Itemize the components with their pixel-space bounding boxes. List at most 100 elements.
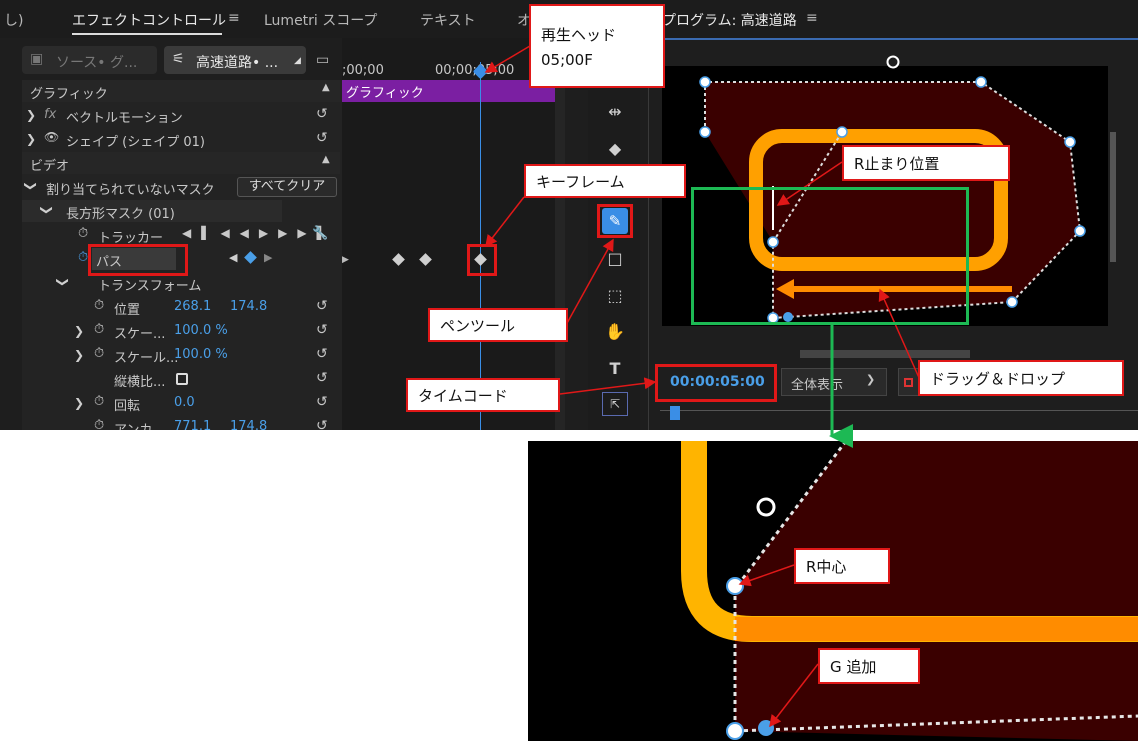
panel-toggle-icon[interactable]: ▭ [316,52,329,68]
stopwatch-icon[interactable]: ⏱ [78,250,88,265]
property-name: スケー... [114,327,166,342]
reset-icon[interactable]: ↺ [316,322,328,338]
property-row: ❯ ⏱ スケー... 100.0 % ↺ [22,320,340,343]
property-value-1[interactable]: 100.0 % [174,347,228,362]
tab-effect-controls[interactable]: エフェクトコントロール [72,10,226,30]
tab-text[interactable]: テキスト [420,10,476,30]
marquee-tool-icon[interactable]: ⬚ [600,282,630,310]
reset-icon[interactable]: ↺ [316,418,328,430]
add-keyframe-icon[interactable] [244,251,257,264]
collapse-up-icon[interactable]: ▲ [322,82,330,93]
property-value-2[interactable]: 174.8 [230,419,267,430]
zoomed-inset [528,441,1138,741]
property-row: ⏱ 位置 268.1 174.8 ↺ [22,296,340,319]
monitor-playhead[interactable] [670,406,680,420]
rect-mask-label: 長方形マスク (01) [66,207,175,222]
reset-icon[interactable]: ↺ [316,298,328,314]
timeline-scrollbar[interactable] [555,38,565,430]
row-rect-mask[interactable]: ❯ 長方形マスク (01) [22,200,282,223]
prev-keyframe-icon[interactable]: ◀ [229,251,237,264]
callout-timecode: タイムコード [406,378,560,412]
graphic-clip-label: グラフィック [346,86,424,101]
chevron-right-icon[interactable]: ❯ [26,108,36,122]
property-value-2[interactable]: 174.8 [230,299,267,314]
section-video[interactable]: ビデオ ▲ [22,152,340,175]
sequence-icon: ⚟ [172,51,185,67]
tab-program-monitor[interactable]: プログラム: 高速道路 [662,10,797,30]
reset-icon[interactable]: ↺ [316,394,328,410]
callout-g-add: G 追加 [818,648,920,684]
record-button[interactable] [898,368,920,396]
stopwatch-icon[interactable]: ⏱ [94,394,104,409]
row-shape[interactable]: ❯ 👁 シェイプ (シェイプ 01) ↺ [22,128,340,151]
graphic-clip[interactable]: グラフィック [342,80,555,102]
clear-all-button[interactable]: すべてクリア [237,177,337,197]
callout-playhead-text: 再生ヘッド [541,25,617,44]
row-vector-motion[interactable]: ❯ fx ベクトルモーション ↺ [22,104,340,127]
stopwatch-icon[interactable]: ⏱ [94,298,104,313]
chevron-down-icon[interactable]: ❯ [56,277,70,287]
keyframe-highlight [467,244,497,276]
reset-icon[interactable]: ↺ [316,106,328,122]
keyframe-edge: ▶ [342,255,349,265]
reset-icon[interactable]: ↺ [316,346,328,362]
callout-drag-drop: ドラッグ＆ドロップ [918,360,1124,396]
source-selector[interactable]: ▣ ソース• グ... [22,46,157,74]
timecode-highlight [655,364,777,402]
row-unassigned-mask[interactable]: ❯ 割り当てられていないマスク すべてクリア [22,176,340,199]
section-video-label: ビデオ [30,159,70,174]
chevron-right-icon[interactable]: ❯ [74,324,84,338]
sequence-selector[interactable]: ⚟ 高速道路• ... ◢ [164,46,306,74]
tab-lumetri-scopes[interactable]: Lumetri スコープ [264,10,377,30]
stopwatch-icon[interactable]: ⏱ [94,346,104,361]
chevron-right-icon[interactable]: ❯ [74,396,84,410]
chevron-right-icon[interactable]: ❯ [26,132,36,146]
ripple-edit-tool-icon[interactable]: ⇹ [600,98,630,126]
property-name: 回転 [114,399,141,414]
aspect-checkbox[interactable] [176,373,188,385]
transform-label: トランスフォーム [98,279,202,294]
chevron-down-icon: ❯ [866,373,876,386]
property-value-1[interactable]: 268.1 [174,299,211,314]
stopwatch-icon[interactable]: ⏱ [94,322,104,337]
shape-label: シェイプ (シェイプ 01) [66,135,205,150]
reset-icon[interactable]: ↺ [316,370,328,386]
reset-icon[interactable]: ↺ [316,130,328,146]
chevron-down-icon[interactable]: ❯ [24,181,38,191]
section-graphic[interactable]: グラフィック ▲ [22,80,340,103]
active-tab-underline [72,33,222,35]
hand-tool-icon[interactable]: ✋ [600,318,630,346]
callout-playhead-time: 05;00F [541,50,593,69]
callout-pen-tool: ペンツール [428,308,568,342]
rectangle-tool-icon[interactable]: □ [600,245,630,273]
next-keyframe-icon[interactable]: ▶ [264,251,272,264]
collapse-up-icon[interactable]: ▲ [322,154,330,165]
vector-motion-label: ベクトルモーション [66,111,183,126]
fx-icon: fx [44,107,57,122]
callout-r-center: R中心 [794,548,890,584]
pen-tool-highlight [597,204,633,238]
tab-menu-icon[interactable]: ≡ [228,10,240,26]
tab-cut-left[interactable]: し) [4,10,23,30]
stopwatch-icon[interactable]: ⏱ [94,418,104,430]
chevron-down-icon[interactable]: ❯ [40,205,54,215]
eye-icon[interactable]: 👁 [44,130,59,144]
property-value-1[interactable]: 0.0 [174,395,195,410]
property-row: ⏱ アンカ... 771.1 174.8 ↺ [22,416,340,430]
fit-dropdown-value: 全体表示 [791,378,844,393]
razor-tool-icon[interactable]: ◆ [600,135,630,163]
wrench-icon[interactable]: 🔧 [312,226,328,241]
transform-tool-icon[interactable]: ⇱ [602,392,628,416]
property-row: ❯ ⏱ スケール... 100.0 % ↺ [22,344,340,367]
record-icon [904,378,913,387]
property-value-1[interactable]: 771.1 [174,419,211,430]
stopwatch-icon[interactable]: ⏱ [78,226,88,241]
callout-playhead: 再生ヘッド 05;00F [529,4,665,88]
zoom-region-box [691,187,969,325]
monitor-scrollbar[interactable] [800,350,970,358]
fit-dropdown[interactable]: 全体表示 ❯ [781,368,887,396]
chevron-right-icon[interactable]: ❯ [74,348,84,362]
type-tool-icon[interactable]: T [600,355,630,383]
program-menu-icon[interactable]: ≡ [806,10,818,26]
property-value-1[interactable]: 100.0 % [174,323,228,338]
